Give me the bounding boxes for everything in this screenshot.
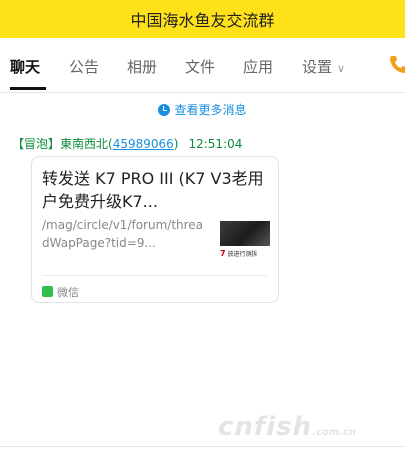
group-title: 中国海水鱼友交流群 <box>130 11 275 30</box>
tab-settings-label: 设置 <box>302 58 333 76</box>
tab-files[interactable]: 文件 <box>185 56 215 77</box>
tab-chat[interactable]: 聊天 <box>10 56 40 77</box>
sender-qq-link[interactable]: 45989066 <box>113 137 174 151</box>
sender-tag: 【冒泡】 <box>12 137 61 151</box>
tab-bar: 聊天 公告 相册 文件 应用 设置 ∨ <box>0 38 405 93</box>
wechat-icon <box>42 286 53 297</box>
card-thumbnail: 7 放进行测拆 <box>220 221 270 263</box>
card-url: /mag/circle/v1/forum/threadWapPage?tid=9… <box>42 218 204 250</box>
card-source: 微信 <box>42 284 79 300</box>
clock-icon <box>158 104 171 116</box>
phone-icon[interactable] <box>388 54 405 74</box>
tab-announcement[interactable]: 公告 <box>69 56 99 77</box>
tab-settings[interactable]: 设置 ∨ <box>302 56 345 77</box>
qq-paren-close: ) <box>173 137 179 151</box>
input-area-divider <box>0 446 405 447</box>
chevron-down-icon: ∨ <box>337 62 346 75</box>
card-source-label: 微信 <box>57 286 79 299</box>
card-title: 转发送 K7 PRO III (K7 V3老用户免费升级K7... <box>42 169 264 211</box>
tab-album[interactable]: 相册 <box>127 56 157 77</box>
message-time: 12:51:04 <box>188 137 243 151</box>
active-tab-indicator <box>10 87 46 90</box>
shared-link-card[interactable]: 转发送 K7 PRO III (K7 V3老用户免费升级K7... /mag/c… <box>31 156 279 303</box>
thumbnail-caption: 7 放进行测拆 <box>220 249 258 258</box>
watermark-logo: cnfish.com.cn <box>218 412 357 442</box>
message-header: 【冒泡】東南西北(45989066) 12:51:04 <box>12 135 242 152</box>
view-more-history-link[interactable]: 查看更多消息 <box>0 101 405 118</box>
window-title-bar: 中国海水鱼友交流群 <box>0 0 405 38</box>
sender-name: 東南西北 <box>60 137 109 151</box>
tab-apps[interactable]: 应用 <box>243 56 273 77</box>
thumbnail-image <box>220 221 270 246</box>
card-divider <box>42 275 268 276</box>
view-more-label: 查看更多消息 <box>174 103 247 117</box>
